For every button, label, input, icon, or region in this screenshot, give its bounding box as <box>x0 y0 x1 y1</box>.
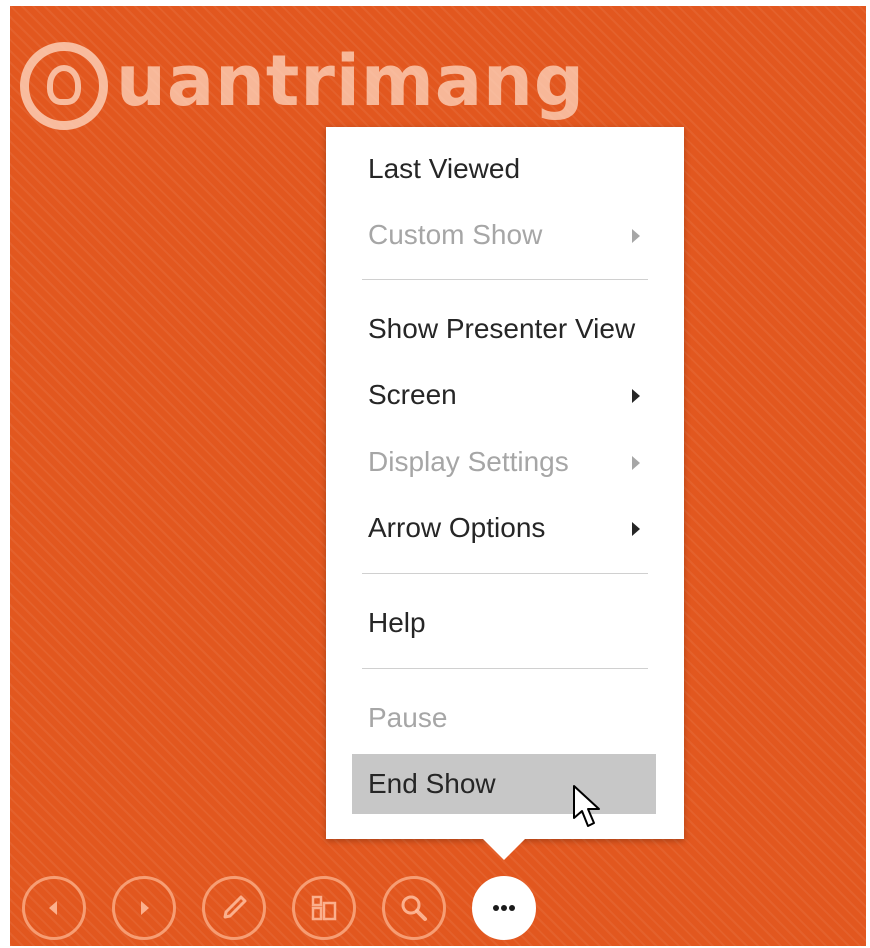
see-all-slides-button[interactable] <box>292 876 356 940</box>
chevron-left-icon <box>49 901 57 915</box>
submenu-arrow-icon <box>632 456 640 470</box>
menu-item-last-viewed[interactable]: Last Viewed <box>352 139 656 199</box>
menu-item-end-show[interactable]: End Show <box>352 754 656 814</box>
more-options-button[interactable] <box>472 876 536 940</box>
menu-item-screen[interactable]: Screen <box>352 365 656 425</box>
bulb-logo-icon <box>20 42 108 130</box>
slides-grid-icon <box>311 895 337 921</box>
menu-item-display-settings[interactable]: Display Settings <box>352 432 656 492</box>
menu-item-pause[interactable]: Pause <box>352 688 656 748</box>
pen-tools-button[interactable] <box>202 876 266 940</box>
menu-item-label: End Show <box>368 768 496 799</box>
magnifier-icon <box>401 895 427 921</box>
menu-item-help[interactable]: Help <box>352 593 656 653</box>
submenu-arrow-icon <box>632 229 640 243</box>
menu-item-label: Custom Show <box>368 219 543 250</box>
menu-separator <box>362 668 648 669</box>
zoom-button[interactable] <box>382 876 446 940</box>
previous-slide-button[interactable] <box>22 876 86 940</box>
menu-item-show-presenter-view[interactable]: Show Presenter View <box>352 299 656 359</box>
slideshow-context-menu: Last Viewed Custom Show Show Presenter V… <box>326 127 684 839</box>
menu-item-label: Screen <box>368 379 457 410</box>
menu-item-label: Display Settings <box>368 446 569 477</box>
menu-item-label: Help <box>368 607 426 638</box>
menu-separator <box>362 573 648 574</box>
next-slide-button[interactable] <box>112 876 176 940</box>
ellipsis-icon <box>493 905 515 911</box>
menu-item-label: Pause <box>368 702 448 733</box>
submenu-arrow-icon <box>632 522 640 536</box>
menu-item-label: Arrow Options <box>368 512 546 543</box>
submenu-arrow-icon <box>632 389 640 403</box>
watermark-text: uantrimang <box>116 40 585 122</box>
pen-icon <box>223 895 247 919</box>
chevron-right-icon <box>141 901 149 915</box>
mouse-cursor-icon <box>573 785 600 827</box>
menu-item-custom-show[interactable]: Custom Show <box>352 205 656 265</box>
menu-separator <box>362 279 648 280</box>
menu-item-label: Last Viewed <box>368 153 521 184</box>
menu-item-label: Show Presenter View <box>368 313 636 344</box>
menu-pointer-tail <box>482 838 526 860</box>
menu-item-arrow-options[interactable]: Arrow Options <box>352 498 656 558</box>
